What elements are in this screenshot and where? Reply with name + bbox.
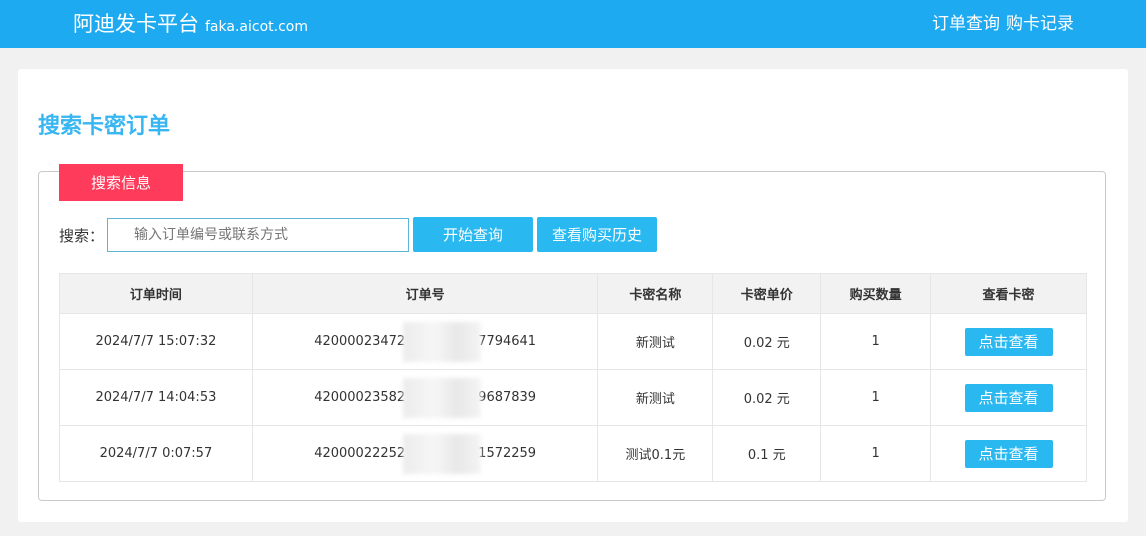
view-cell: 点击查看 — [930, 313, 1087, 370]
view-card-button[interactable]: 点击查看 — [964, 439, 1053, 468]
header-unit-price: 卡密单价 — [712, 273, 822, 314]
header-order-no: 订单号 — [251, 273, 599, 314]
brand[interactable]: 阿迪发卡平台 faka.aicot.com — [73, 10, 308, 41]
quantity: 1 — [820, 369, 932, 426]
page-title: 搜索卡密订单 — [38, 114, 171, 139]
header-view-card: 查看卡密 — [930, 273, 1087, 314]
order-number-prefix: 42000023582 — [314, 390, 406, 405]
table-row: 2024/7/7 0:07:57 42000022252 1572259 测试0.… — [59, 425, 1087, 482]
nav-order-query[interactable]: 订单查询 — [932, 14, 1000, 34]
order-time: 2024/7/7 14:04:53 — [59, 369, 253, 426]
main-card: 搜索卡密订单 搜索信息 搜索： 开始查询 查看购买历史 订单时间 订单号 卡密名… — [18, 69, 1128, 522]
order-number-suffix: 7794641 — [478, 334, 537, 349]
order-number: 42000023472 7794641 — [251, 313, 599, 370]
card-name: 测试0.1元 — [597, 425, 714, 482]
unit-price: 0.02 元 — [712, 369, 822, 426]
search-fieldset: 搜索信息 搜索： 开始查询 查看购买历史 订单时间 订单号 卡密名称 卡密单价 … — [38, 164, 1106, 501]
brand-name: 阿迪发卡平台 — [73, 12, 199, 36]
header-card-name: 卡密名称 — [597, 273, 714, 314]
table-row: 2024/7/7 14:04:53 42000023582 9687839 新测试… — [59, 369, 1087, 426]
brand-domain: faka.aicot.com — [205, 19, 308, 35]
table-header-row: 订单时间 订单号 卡密名称 卡密单价 购买数量 查看卡密 — [59, 273, 1087, 314]
order-number-suffix: 1572259 — [478, 446, 537, 461]
order-number-suffix: 9687839 — [478, 390, 537, 405]
card-name: 新测试 — [597, 369, 714, 426]
top-nav: 订单查询 购卡记录 — [932, 12, 1074, 36]
orders-table: 订单时间 订单号 卡密名称 卡密单价 购买数量 查看卡密 2024/7/7 15… — [59, 273, 1087, 482]
order-number: 42000022252 1572259 — [251, 425, 599, 482]
order-time: 2024/7/7 15:07:32 — [59, 313, 253, 370]
quantity: 1 — [820, 313, 932, 370]
start-search-button[interactable]: 开始查询 — [413, 217, 533, 252]
redaction-blur — [402, 434, 481, 474]
card-name: 新测试 — [597, 313, 714, 370]
view-history-button[interactable]: 查看购买历史 — [537, 217, 657, 252]
unit-price: 0.02 元 — [712, 313, 822, 370]
search-legend: 搜索信息 — [59, 164, 183, 201]
view-card-button[interactable]: 点击查看 — [964, 383, 1053, 412]
header-order-time: 订单时间 — [59, 273, 253, 314]
nav-purchase-records[interactable]: 购卡记录 — [1006, 14, 1074, 34]
unit-price: 0.1 元 — [712, 425, 822, 482]
quantity: 1 — [820, 425, 932, 482]
redaction-blur — [402, 378, 481, 418]
view-cell: 点击查看 — [930, 425, 1087, 482]
order-number-prefix: 42000022252 — [314, 446, 406, 461]
redaction-blur — [402, 322, 481, 362]
header-quantity: 购买数量 — [820, 273, 932, 314]
view-card-button[interactable]: 点击查看 — [964, 327, 1053, 356]
top-bar: 阿迪发卡平台 faka.aicot.com 订单查询 购卡记录 — [0, 0, 1146, 48]
order-number: 42000023582 9687839 — [251, 369, 599, 426]
order-number-prefix: 42000023472 — [314, 334, 406, 349]
view-cell: 点击查看 — [930, 369, 1087, 426]
table-row: 2024/7/7 15:07:32 42000023472 7794641 新测试… — [59, 313, 1087, 370]
search-label: 搜索： — [59, 227, 105, 245]
order-time: 2024/7/7 0:07:57 — [59, 425, 253, 482]
search-input[interactable] — [107, 218, 409, 252]
